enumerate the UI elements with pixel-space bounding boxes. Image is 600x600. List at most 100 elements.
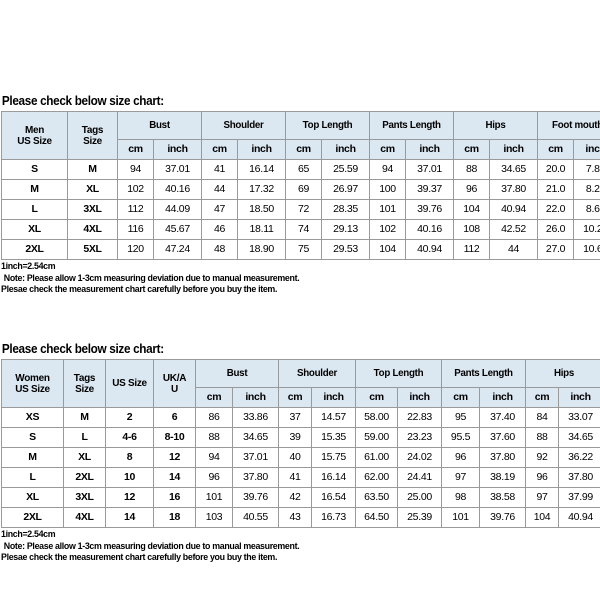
cell-tags-size: 3XL — [63, 487, 106, 508]
cell-tags-size: M — [67, 159, 118, 180]
cell-measurement: 18.90 — [237, 239, 287, 260]
table-row: L 2XL 10 14 96 37.80 41 16.14 62.00 24.41 97 38.19 9… — [1, 467, 600, 488]
cell-measurement: 23.23 — [397, 427, 443, 448]
cell-measurement: 112 — [117, 199, 154, 220]
cell-measurement: 20.0 — [537, 159, 575, 180]
cell-tags-size: XL — [67, 179, 118, 200]
cell-measurement: 40.94 — [405, 239, 455, 260]
cell-measurement: 36.22 — [558, 447, 600, 468]
cell-measurement: 34.65 — [231, 427, 280, 448]
cell-measurement: 108 — [453, 219, 491, 240]
table-row: S M 94 37.01 41 16.14 65 25.59 94 37.01 88 34.65 20.… — [1, 159, 600, 180]
women-header-us-size-number: US Size — [105, 359, 154, 408]
cell-measurement: 40.94 — [489, 199, 539, 220]
cell-uk-au: 16 — [153, 487, 196, 508]
cell-measurement: 25.39 — [397, 507, 443, 528]
cell-measurement: 37.01 — [152, 159, 203, 180]
cell-measurement: 42.52 — [489, 219, 539, 240]
cell-us-size: M — [1, 179, 68, 200]
cell-measurement: 10.63 — [573, 239, 600, 260]
cell-measurement: 96 — [525, 467, 560, 488]
women-size-table: Women US Size Tags Size US Size UK/A U Bust… — [1, 359, 600, 528]
cell-us-num: 12 — [105, 487, 154, 508]
cell-measurement: 46 — [201, 219, 239, 240]
cell-measurement: 37.01 — [231, 447, 280, 468]
men-unit-foot-mouth-cm: cm — [537, 139, 575, 160]
cell-measurement: 42 — [278, 487, 313, 508]
cell-measurement: 94 — [195, 447, 233, 468]
men-unit-hips-inch: inch — [489, 139, 539, 160]
cell-measurement: 101 — [441, 507, 481, 528]
table-row: XS M 2 6 86 33.86 37 14.57 58.00 22.83 95 37.40 84 33… — [1, 407, 600, 428]
cell-measurement: 69 — [285, 179, 323, 200]
cell-measurement: 62.00 — [355, 467, 399, 488]
cell-measurement: 59.00 — [355, 427, 399, 448]
cell-measurement: 14.57 — [311, 407, 357, 428]
women-header-hips: Hips — [525, 359, 600, 388]
cell-measurement: 44 — [489, 239, 539, 260]
men-unit-pants-length-cm: cm — [369, 139, 407, 160]
cell-measurement: 98 — [441, 487, 481, 508]
women-table-body: XS M 2 6 86 33.86 37 14.57 58.00 22.83 95 37.40 84 33… — [1, 407, 600, 528]
cell-measurement: 37.80 — [489, 179, 539, 200]
cell-measurement: 94 — [369, 159, 407, 180]
men-unit-hips-cm: cm — [453, 139, 491, 160]
cell-tags-size: 3XL — [67, 199, 118, 220]
cell-measurement: 64.50 — [355, 507, 399, 528]
cell-measurement: 102 — [117, 179, 154, 200]
women-header-shoulder: Shoulder — [278, 359, 357, 388]
women-header-uk-au-label: UK/A U — [162, 371, 187, 395]
men-table-header: Men US Size Tags Size Bust Shoulder Top Le… — [1, 111, 600, 160]
men-unit-top-length-inch: inch — [321, 139, 371, 160]
cell-measurement: 41 — [278, 467, 313, 488]
cell-tags-size: XL — [63, 447, 106, 468]
cell-measurement: 40.55 — [231, 507, 280, 528]
men-header-tags-size: Tags Size — [67, 111, 118, 160]
cell-measurement: 43 — [278, 507, 313, 528]
cell-measurement: 72 — [285, 199, 323, 220]
cell-measurement: 103 — [195, 507, 233, 528]
table-row: XL 3XL 12 16 101 39.76 42 16.54 63.50 25.00 98 38.5… — [1, 487, 600, 508]
women-unit-shoulder-cm: cm — [278, 387, 313, 408]
cell-us-size: 2XL — [1, 239, 68, 260]
cell-measurement: 8.66 — [573, 199, 600, 220]
cell-measurement: 25.59 — [321, 159, 371, 180]
cell-measurement: 38.19 — [479, 467, 527, 488]
cell-measurement: 44.09 — [152, 199, 203, 220]
women-unit-shoulder-inch: inch — [311, 387, 357, 408]
cell-tags-size: 5XL — [67, 239, 118, 260]
cell-measurement: 47.24 — [152, 239, 203, 260]
women-header-top-length: Top Length — [355, 359, 443, 388]
women-header-bust: Bust — [194, 359, 280, 388]
men-header-bust: Bust — [116, 111, 203, 140]
women-unit-pants-length-inch: inch — [479, 387, 527, 408]
cell-us-size: S — [1, 159, 68, 180]
cell-measurement: 48 — [201, 239, 239, 260]
cell-uk-au: 8-10 — [153, 427, 196, 448]
men-header-us-size: Men US Size — [1, 111, 68, 160]
cell-uk-au: 6 — [153, 407, 196, 428]
men-unit-bust-cm: cm — [117, 139, 154, 160]
women-header-uk-au: UK/A U — [153, 359, 196, 408]
cell-measurement: 37.60 — [479, 427, 527, 448]
cell-us-num: 10 — [105, 467, 154, 488]
cell-measurement: 40 — [278, 447, 313, 468]
men-header-hips: Hips — [453, 111, 539, 140]
table-row: 2XL 4XL 14 18 103 40.55 43 16.73 64.50 25.39 101 39… — [1, 507, 600, 528]
cell-measurement: 39 — [278, 427, 313, 448]
cell-measurement: 97 — [441, 467, 481, 488]
cell-measurement: 8.27 — [573, 179, 600, 200]
cell-tags-size: 2XL — [63, 467, 106, 488]
women-note-conversion: 1inch=2.54cm — [1, 529, 56, 540]
cell-uk-au: 12 — [153, 447, 196, 468]
women-unit-top-length-inch: inch — [397, 387, 443, 408]
men-header-foot-mouth: Foot mouth — [537, 111, 600, 140]
cell-uk-au: 18 — [153, 507, 196, 528]
cell-measurement: 26.97 — [321, 179, 371, 200]
cell-measurement: 39.37 — [405, 179, 455, 200]
cell-measurement: 104 — [525, 507, 560, 528]
cell-measurement: 16.73 — [311, 507, 357, 528]
cell-us-size: XL — [1, 219, 68, 240]
cell-measurement: 34.65 — [558, 427, 600, 448]
cell-measurement: 100 — [369, 179, 407, 200]
